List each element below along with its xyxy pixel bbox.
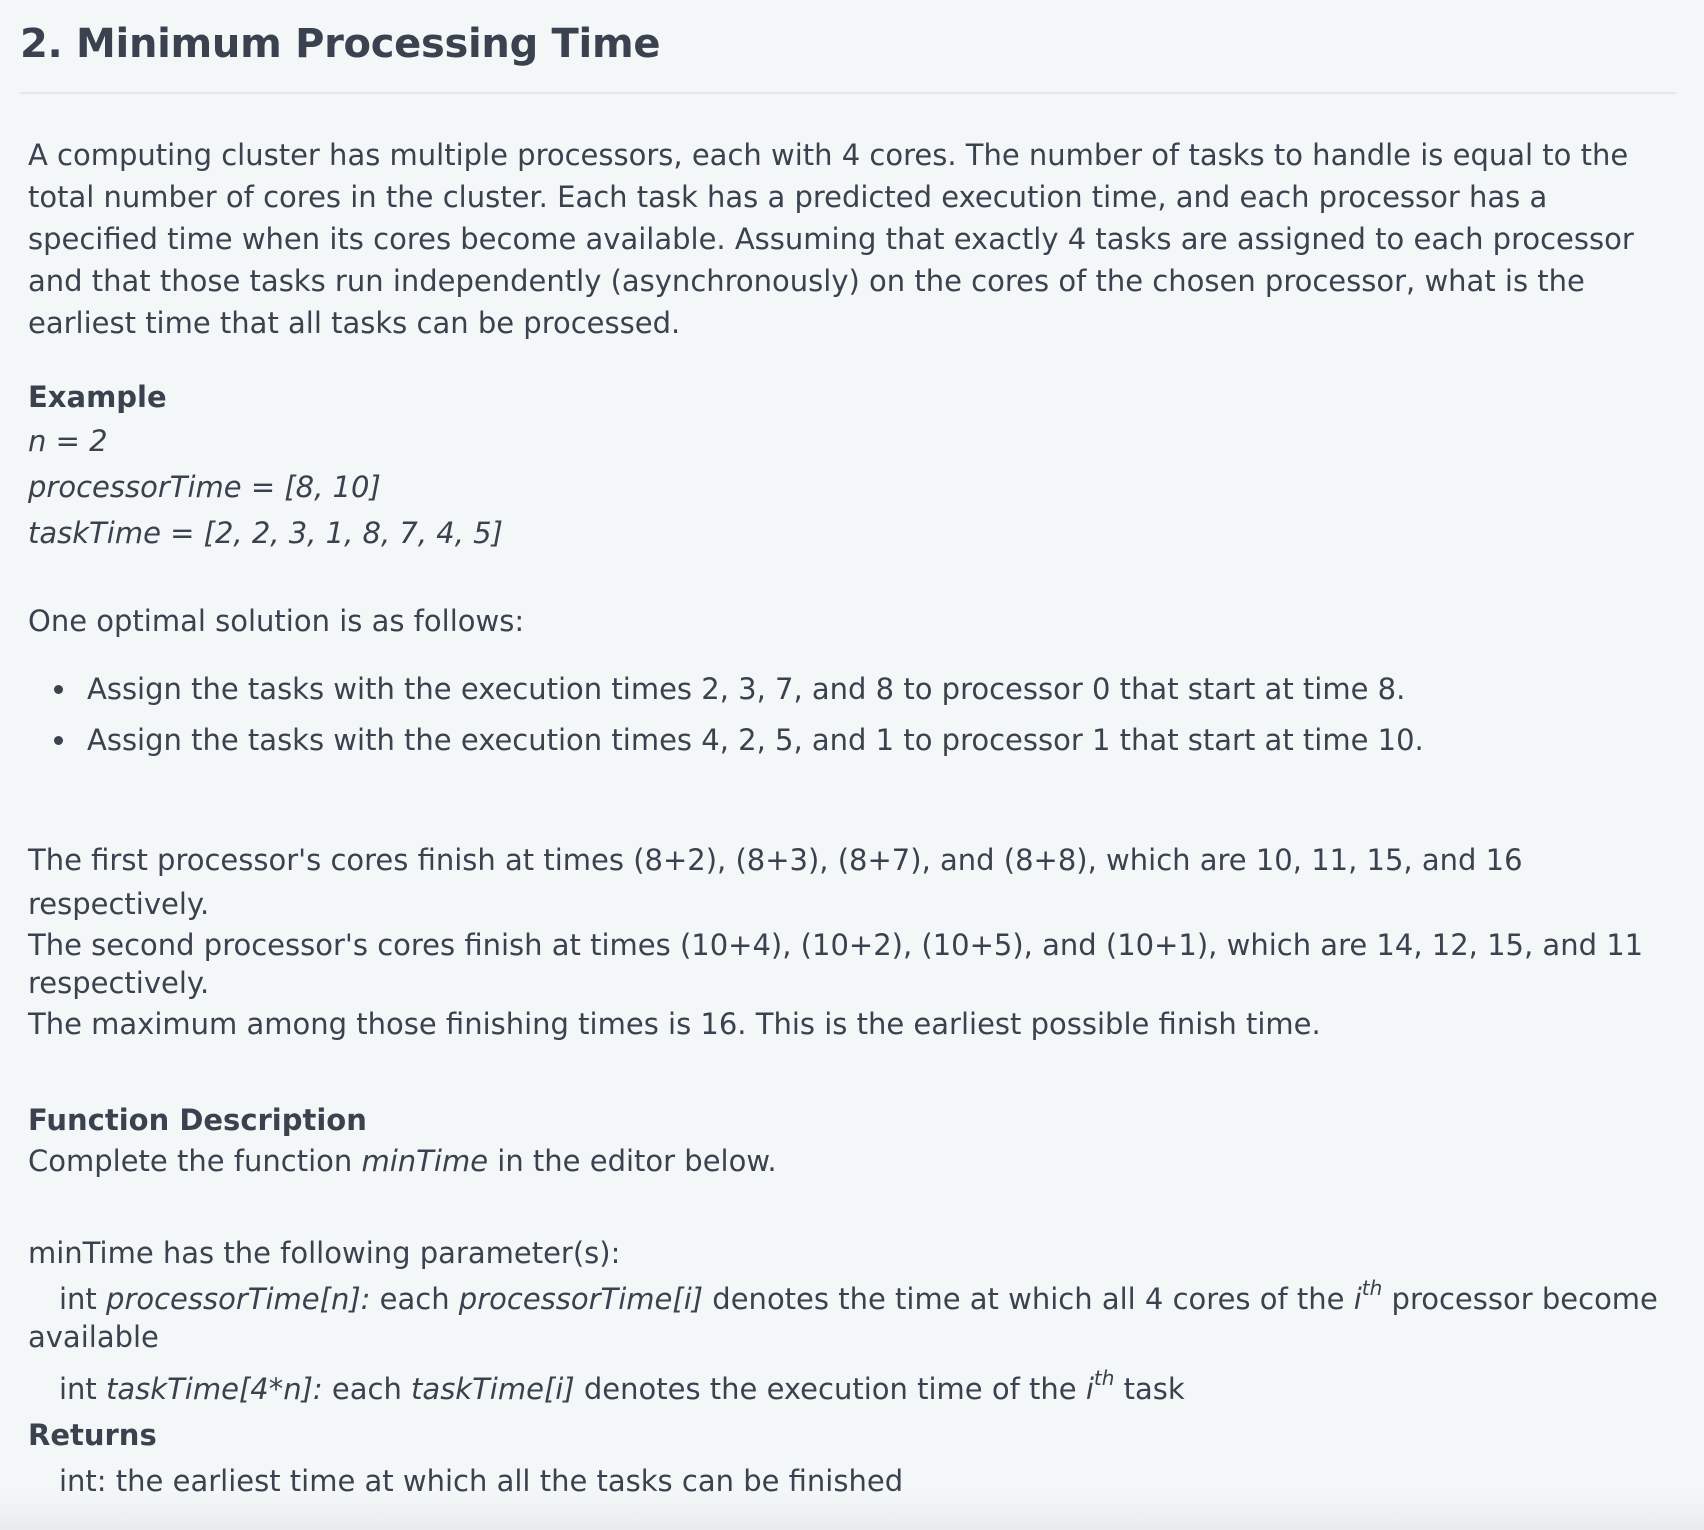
title-divider	[20, 92, 1676, 94]
example-section: Example n = 2 processorTime = [8, 10] ta…	[28, 376, 1668, 556]
parameter-task-time: int taskTime[4*n]: each taskTime[i] deno…	[28, 1366, 1668, 1412]
bottom-shadow	[0, 1490, 1704, 1530]
function-name: minTime	[361, 1144, 489, 1178]
returns-heading: Returns	[28, 1418, 157, 1452]
function-description-before: Complete the function	[28, 1144, 362, 1178]
param-tail: processor become	[1382, 1282, 1658, 1316]
param-desc: denotes the time at which all 4 cores of…	[703, 1282, 1354, 1316]
param-index: i	[1353, 1282, 1362, 1316]
list-item: Assign the tasks with the execution time…	[54, 664, 1668, 715]
intro-paragraph: A computing cluster has multiple process…	[28, 138, 1634, 340]
function-description-after: in the editor below.	[488, 1144, 777, 1178]
solution-list: Assign the tasks with the execution time…	[28, 664, 1668, 766]
param-index: i	[1085, 1372, 1094, 1406]
param-name: taskTime[4*n]:	[106, 1372, 323, 1406]
problem-statement: 2. Minimum Processing Time A computing c…	[0, 0, 1704, 1530]
function-description-heading: Function Description	[28, 1103, 367, 1137]
param-type: int	[59, 1282, 107, 1316]
explanation-line-2-wrap: respectively.	[28, 966, 210, 1000]
example-heading: Example	[28, 380, 167, 414]
list-item-text: Assign the tasks with the execution time…	[87, 672, 1406, 706]
param-type: int	[59, 1372, 107, 1406]
param-tail: task	[1114, 1372, 1185, 1406]
param-name: processorTime[n]:	[106, 1282, 371, 1316]
page-title: 2. Minimum Processing Time	[20, 21, 661, 67]
param-ref: processorTime[i]	[458, 1282, 704, 1316]
param-desc: denotes the execution time of the	[574, 1372, 1086, 1406]
example-task-time: taskTime = [2, 2, 3, 1, 8, 7, 4, 5]	[28, 516, 503, 550]
solution-intro: One optimal solution is as follows:	[28, 604, 525, 638]
function-description-text: Complete the function minTime in the edi…	[28, 1140, 1668, 1182]
parameters-section: minTime has the following parameter(s): …	[28, 1230, 1668, 1504]
explanation-line-2: The second processor's cores finish at t…	[28, 928, 1644, 962]
problem-body: A computing cluster has multiple process…	[28, 134, 1668, 1504]
list-item-text: Assign the tasks with the execution time…	[87, 723, 1424, 757]
param-superscript: th	[1361, 1276, 1383, 1300]
param-ref: taskTime[i]	[411, 1372, 575, 1406]
list-item: Assign the tasks with the execution time…	[54, 715, 1668, 766]
param-each: each	[370, 1282, 459, 1316]
param-each: each	[322, 1372, 412, 1406]
explanation-section: The first processor's cores finish at ti…	[28, 838, 1668, 1046]
function-description-section: Function Description Complete the functi…	[28, 1100, 1668, 1182]
example-processor-time: processorTime = [8, 10]	[28, 470, 381, 504]
parameter-processor-time: int processorTime[n]: each processorTime…	[28, 1276, 1668, 1322]
parameters-intro: minTime has the following parameter(s):	[28, 1236, 621, 1270]
param-superscript: th	[1093, 1366, 1115, 1390]
explanation-line-1: The first processor's cores finish at ti…	[28, 843, 1523, 921]
example-n: n = 2	[28, 424, 108, 458]
bullet-icon	[54, 685, 63, 694]
bullet-icon	[54, 736, 63, 745]
explanation-line-3: The maximum among those finishing times …	[28, 1007, 1321, 1041]
